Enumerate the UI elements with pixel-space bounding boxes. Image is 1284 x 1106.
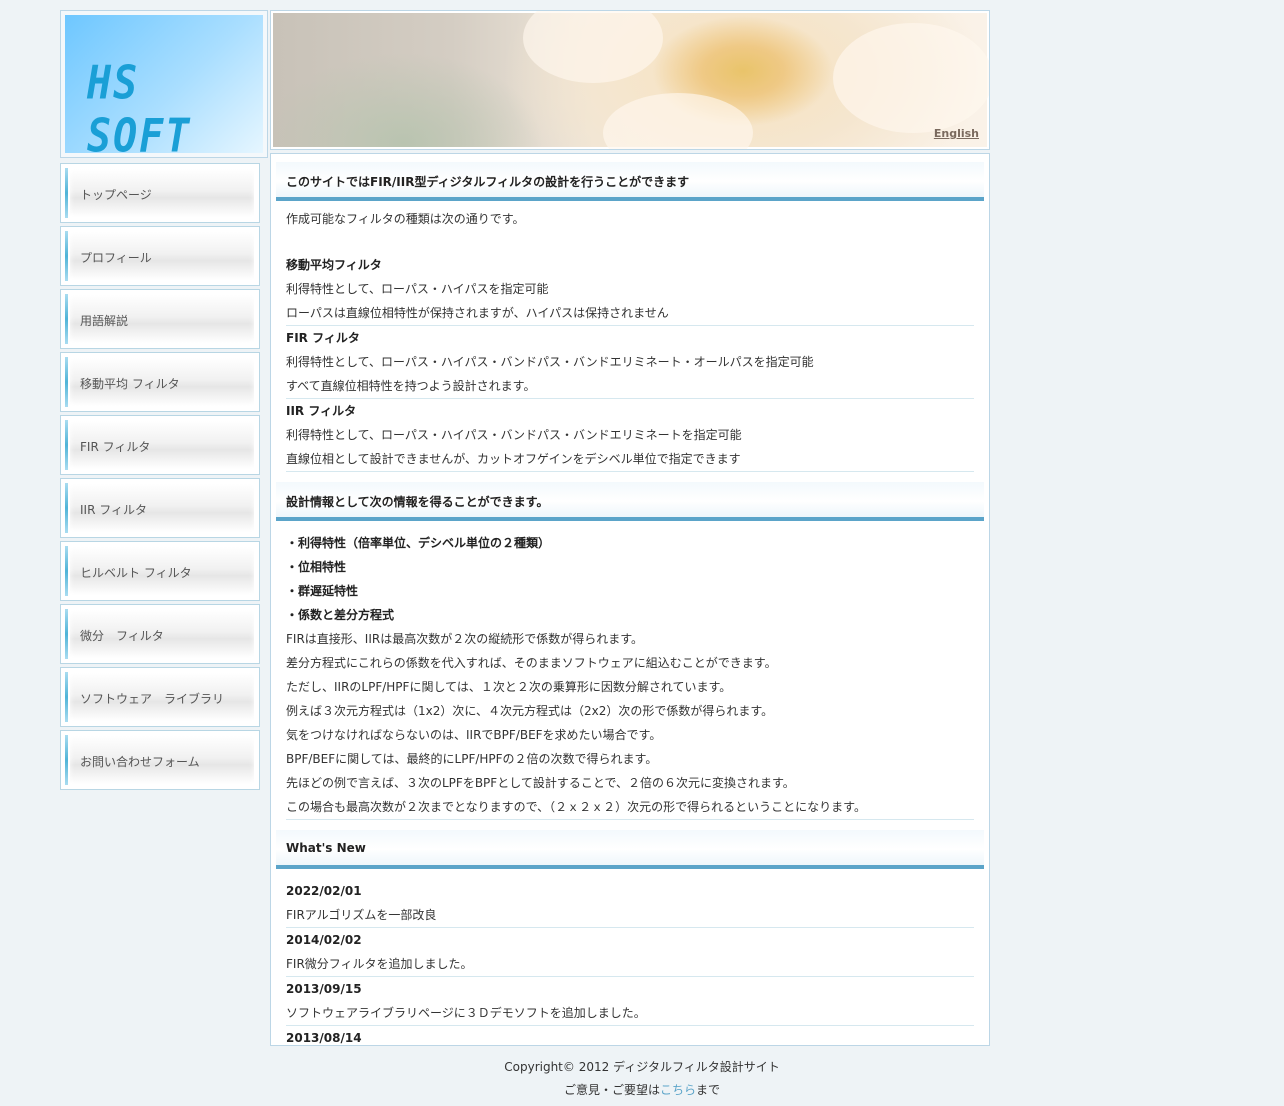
section-title: 設計情報として次の情報を得ることができます。 xyxy=(286,495,549,509)
info-text: ただし、IIRのLPF/HPFに関しては、１次と２次の乗算形に因数分解されていま… xyxy=(286,680,732,694)
info-bullet: ・位相特性 xyxy=(286,560,347,574)
english-link[interactable]: English xyxy=(934,127,979,140)
info-bullet: ・群遅延特性 xyxy=(286,584,359,598)
nav-item-label: お問い合わせフォーム xyxy=(80,755,200,769)
news-date: 2014/02/02 xyxy=(286,933,362,947)
news-date: 2013/08/14 xyxy=(286,1031,362,1045)
filter-desc: 利得特性として、ローパス・ハイパス・バンドパス・バンドエリミネートを指定可能 xyxy=(286,428,742,442)
filter-desc: 利得特性として、ローパス・ハイパス・バンドパス・バンドエリミネート・オールパスを… xyxy=(286,355,814,369)
site-logo[interactable]: HS SOFT xyxy=(60,10,268,163)
info-bullet: ・利得特性（倍率単位、デシベル単位の２種類） xyxy=(286,536,551,550)
news-text: ソフトウェアライブラリページに３Ｄデモソフトを追加しました。 xyxy=(286,1001,974,1026)
section-heading: 設計情報として次の情報を得ることができます。 xyxy=(276,482,984,521)
info-bullet: ・係数と差分方程式 xyxy=(286,608,395,622)
design-info-section: ・利得特性（倍率単位、デシベル単位の２種類） ・位相特性 ・群遅延特性 ・係数と… xyxy=(286,521,974,820)
news-date: 2013/09/15 xyxy=(286,982,362,996)
nav-item-label: ソフトウェア ライブラリ xyxy=(80,692,225,706)
nav-item-hilbert[interactable]: ヒルベルト フィルタ xyxy=(60,541,260,601)
footer: Copyright© 2012 ディジタルフィルタ設計サイト ご意見・ご要望はこ… xyxy=(0,1058,1284,1098)
news-text: FIR微分フィルタを追加しました。 xyxy=(286,952,974,977)
section-heading: What's New xyxy=(276,830,984,869)
rose-banner-image xyxy=(273,11,989,149)
sidebar-nav: トップページ プロフィール 用語解説 移動平均 フィルタ FIR フィルタ II… xyxy=(60,163,260,793)
feedback-line: ご意見・ご要望はこちらまで xyxy=(0,1081,1284,1098)
filter-desc: 直線位相として設計できませんが、カットオフゲインをデシベル単位で指定できます xyxy=(286,447,974,472)
header-banner: English xyxy=(270,10,990,150)
nav-item-label: FIR フィルタ xyxy=(80,440,151,454)
info-text: 例えば３次元方程式は（1x2）次に、４次元方程式は（2x2）次の形で係数が得られ… xyxy=(286,704,774,718)
main-content: このサイトではFIR/IIR型ディジタルフィルタの設計を行うことができます 作成… xyxy=(270,153,990,1046)
filter-types-section: 作成可能なフィルタの種類は次の通りです。 移動平均フィルタ 利得特性として、ロー… xyxy=(286,201,974,472)
nav-item-top[interactable]: トップページ xyxy=(60,163,260,223)
news-date: 2022/02/01 xyxy=(286,884,362,898)
info-text: この場合も最高次数が２次までとなりますので、（２ｘ２ｘ２）次元の形で得られるとい… xyxy=(286,795,974,820)
filter-name: IIR フィルタ xyxy=(286,404,357,418)
contact-link[interactable]: こちら xyxy=(660,1083,696,1097)
nav-item-contact[interactable]: お問い合わせフォーム xyxy=(60,730,260,790)
nav-item-software-library[interactable]: ソフトウェア ライブラリ xyxy=(60,667,260,727)
logo-text: HS SOFT xyxy=(87,57,192,163)
news-section: 2022/02/01 FIRアルゴリズムを一部改良 2014/02/02 FIR… xyxy=(286,869,974,1050)
info-text: FIRは直接形、IIRは最高次数が２次の縦続形で係数が得られます。 xyxy=(286,632,643,646)
news-text: FIRアルゴリズムを一部改良 xyxy=(286,903,974,928)
nav-item-label: 微分 フィルタ xyxy=(80,629,164,643)
nav-item-profile[interactable]: プロフィール xyxy=(60,226,260,286)
filter-name: FIR フィルタ xyxy=(286,331,360,345)
section-heading: このサイトではFIR/IIR型ディジタルフィルタの設計を行うことができます xyxy=(276,162,984,201)
logo-background: HS SOFT xyxy=(65,15,263,163)
feedback-suffix: まで xyxy=(696,1083,721,1097)
nav-item-glossary[interactable]: 用語解説 xyxy=(60,289,260,349)
section-title: このサイトではFIR/IIR型ディジタルフィルタの設計を行うことができます xyxy=(286,175,690,189)
filter-desc: 利得特性として、ローパス・ハイパスを指定可能 xyxy=(286,282,549,296)
info-text: BPF/BEFに関しては、最終的にLPF/HPFの２倍の次数で得られます。 xyxy=(286,752,658,766)
nav-item-label: ヒルベルト フィルタ xyxy=(80,566,192,580)
nav-item-label: 移動平均 フィルタ xyxy=(80,377,180,391)
section-title: What's New xyxy=(286,841,366,855)
nav-item-fir[interactable]: FIR フィルタ xyxy=(60,415,260,475)
copyright-text: Copyright© 2012 ディジタルフィルタ設計サイト xyxy=(504,1060,780,1074)
filter-desc: ローパスは直線位相特性が保持されますが、ハイパスは保持されません xyxy=(286,301,974,326)
nav-item-label: IIR フィルタ xyxy=(80,503,147,517)
info-text: 気をつけなければならないのは、IIRでBPF/BEFを求めたい場合です。 xyxy=(286,728,662,742)
filter-name: 移動平均フィルタ xyxy=(286,258,382,272)
nav-item-iir[interactable]: IIR フィルタ xyxy=(60,478,260,538)
info-text: 差分方程式にこれらの係数を代入すれば、そのままソフトウェアに組込むことができます… xyxy=(286,656,777,670)
intro-text: 作成可能なフィルタの種類は次の通りです。 xyxy=(286,212,525,226)
info-text: 先ほどの例で言えば、３次のLPFをBPFとして設計することで、２倍の６次元に変換… xyxy=(286,776,795,790)
nav-item-moving-average[interactable]: 移動平均 フィルタ xyxy=(60,352,260,412)
nav-item-label: プロフィール xyxy=(80,251,152,265)
filter-desc: すべて直線位相特性を持つよう設計されます。 xyxy=(286,374,974,399)
nav-item-differential[interactable]: 微分 フィルタ xyxy=(60,604,260,664)
nav-item-label: 用語解説 xyxy=(80,314,129,328)
feedback-prefix: ご意見・ご要望は xyxy=(563,1083,660,1097)
nav-item-label: トップページ xyxy=(80,188,152,202)
